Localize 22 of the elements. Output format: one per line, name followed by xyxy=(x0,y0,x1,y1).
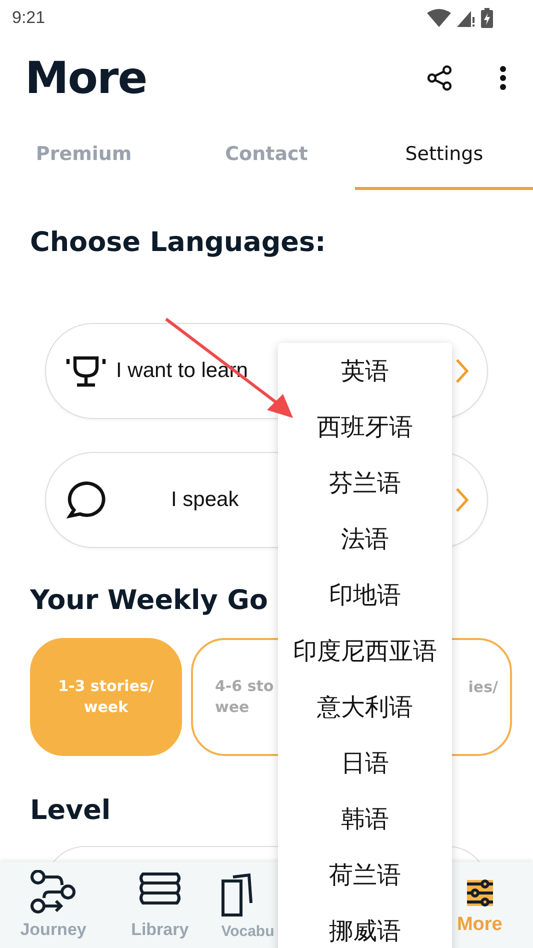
menu-item[interactable]: 印地语 xyxy=(278,567,452,623)
sliders-icon xyxy=(464,878,495,908)
page-title: More xyxy=(25,52,147,104)
menu-item[interactable]: 芬兰语 xyxy=(278,455,452,511)
chevron-right-icon xyxy=(455,487,469,513)
menu-item[interactable]: 韩语 xyxy=(278,791,452,847)
signal-icon xyxy=(457,9,475,27)
section-title: Level xyxy=(30,794,111,828)
menu-item[interactable]: 英语 xyxy=(278,343,452,399)
battery-icon xyxy=(481,8,493,28)
section-title: Choose Languages: xyxy=(30,226,326,260)
more-icon[interactable] xyxy=(499,65,507,91)
cards-icon xyxy=(221,873,256,917)
trophy-icon xyxy=(66,355,106,387)
wifi-icon xyxy=(427,9,451,27)
chat-bubble-icon xyxy=(66,480,106,520)
tab[interactable]: Settings xyxy=(355,120,533,190)
section-title: Your Weekly Go xyxy=(30,584,268,618)
chevron-right-icon xyxy=(455,358,469,384)
status-time: 9:21 xyxy=(12,8,46,28)
share-icon[interactable] xyxy=(427,65,453,91)
flow-icon xyxy=(29,870,78,914)
